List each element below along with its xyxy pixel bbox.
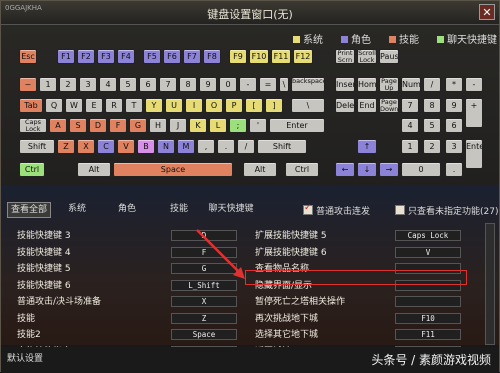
reset-defaults-button[interactable]: 默认设置	[7, 351, 43, 364]
keyboard-settings-window: 0GGAJKHA 键盘设置窗口(无) ✕ 系统 角色 技能 聊天快捷键 Esc F1 F2…	[0, 0, 500, 373]
annotation-arrow	[196, 229, 245, 279]
watermark: 头条号 / 素颜游戏视频	[371, 353, 491, 367]
list-scrollbar[interactable]	[485, 223, 495, 345]
